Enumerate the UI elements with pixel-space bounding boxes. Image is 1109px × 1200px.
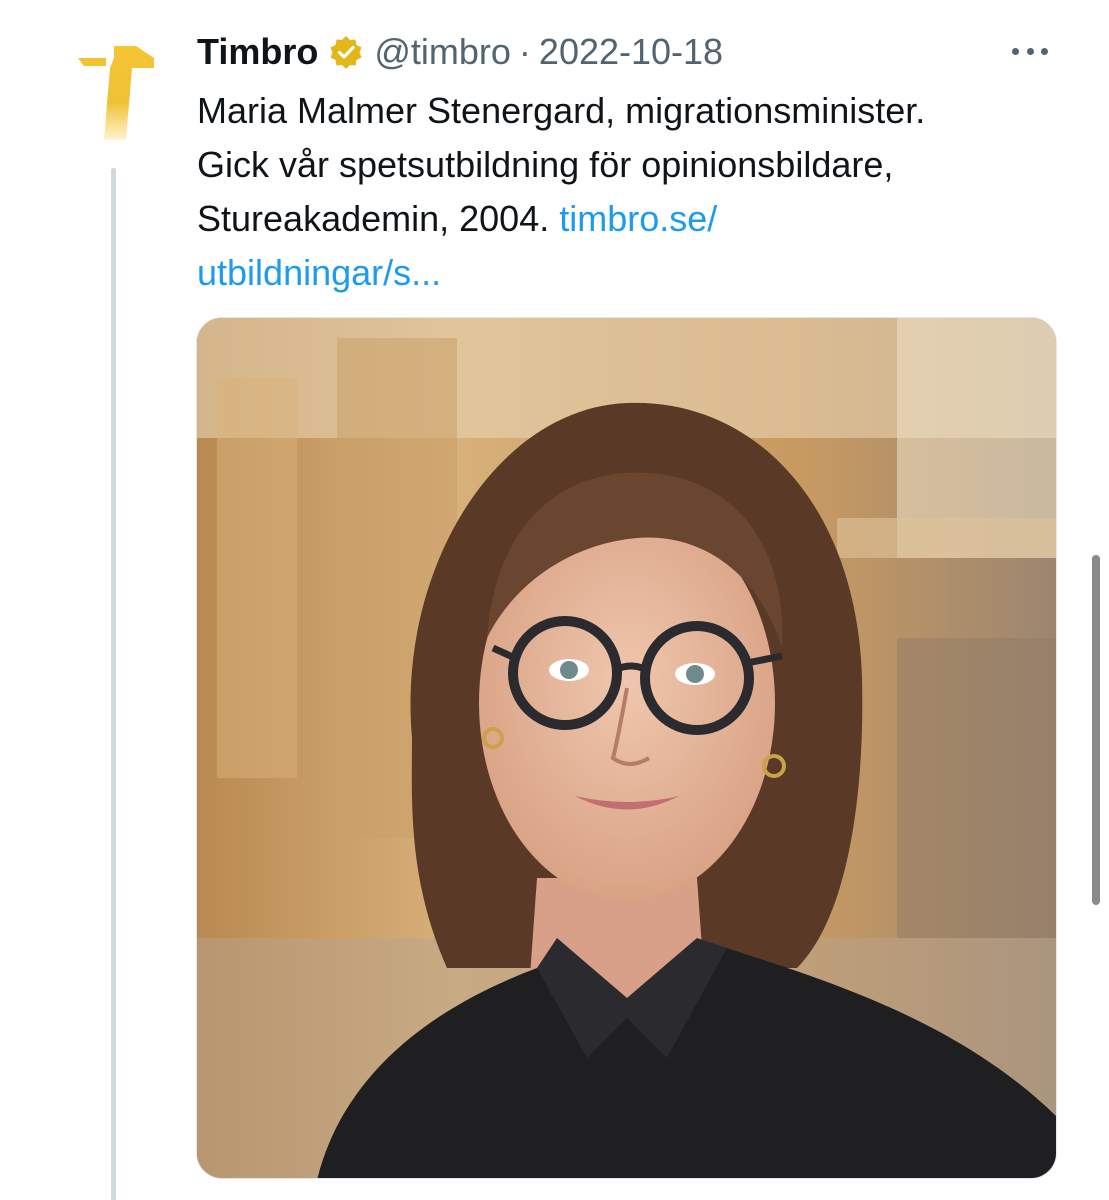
thread-line <box>111 168 116 1200</box>
timbro-logo-icon[interactable] <box>70 40 160 140</box>
tweet-header: Timbro @timbro · 2022-10-18 <box>197 28 723 76</box>
scrollbar[interactable] <box>1092 555 1100 905</box>
handle[interactable]: @timbro <box>374 31 511 73</box>
tweet-text-line: Gick vår spetsutbildning för opinionsbil… <box>197 144 894 185</box>
tweet-text-fragment: Stureakademin, 2004. <box>197 198 560 239</box>
tweet-text-line: Stureakademin, 2004. timbro.se/ <box>197 192 1077 246</box>
tweet-photo[interactable] <box>196 317 1057 1179</box>
verified-badge-icon <box>328 34 364 70</box>
more-options-icon[interactable] <box>1010 36 1050 66</box>
tweet[interactable]: Timbro @timbro · 2022-10-18 Maria Malmer… <box>0 0 1109 1200</box>
display-name[interactable]: Timbro <box>197 31 318 73</box>
tweet-link-continued[interactable]: utbildningar/s... <box>197 246 1077 300</box>
tweet-text-line: Maria Malmer Stenergard, migrationsminis… <box>197 90 926 131</box>
separator: · <box>518 31 531 72</box>
tweet-date[interactable]: 2022-10-18 <box>539 31 723 73</box>
tweet-text: Maria Malmer Stenergard, migrationsminis… <box>197 84 1077 300</box>
tweet-link[interactable]: timbro.se/ <box>559 198 717 239</box>
